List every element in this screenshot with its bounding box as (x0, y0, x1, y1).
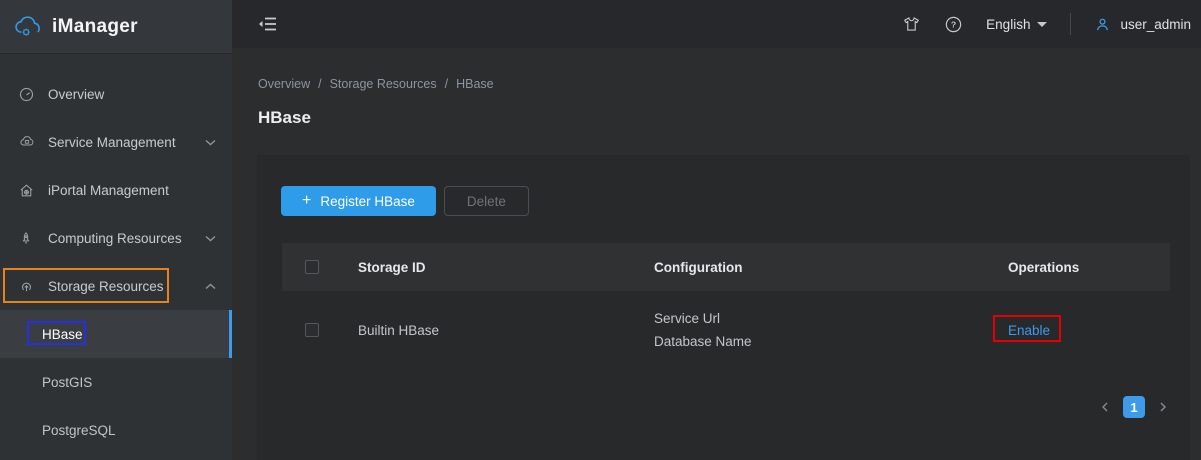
storage-id-value: Builtin HBase (358, 323, 654, 338)
pagination-page-1[interactable]: 1 (1123, 396, 1145, 418)
configuration-value: Service Url Database Name (654, 307, 1008, 353)
sidebar-item-iportal-management[interactable]: iPortal Management (0, 166, 232, 214)
theme-skin-icon[interactable] (902, 15, 921, 33)
username-label: user_admin (1120, 17, 1191, 32)
storage-table: Storage ID Configuration Operations Buil… (282, 243, 1170, 369)
table-header-row: Storage ID Configuration Operations (282, 243, 1170, 291)
chevron-up-icon (205, 283, 216, 290)
breadcrumb-separator: / (445, 77, 448, 91)
sidebar-header: iManager (0, 0, 232, 54)
breadcrumb-separator: / (318, 77, 321, 91)
breadcrumb-overview[interactable]: Overview (258, 77, 310, 91)
breadcrumb-current: HBase (456, 77, 494, 91)
chevron-down-icon (205, 139, 216, 146)
plus-icon: + (302, 193, 311, 209)
delete-label: Delete (467, 194, 506, 209)
panel-toolbar: + Register HBase Delete (257, 155, 1190, 216)
register-hbase-label: Register HBase (320, 194, 415, 209)
help-icon[interactable]: ? (944, 15, 963, 34)
sidebar-collapse-icon[interactable] (258, 15, 278, 33)
select-all-checkbox[interactable] (305, 260, 319, 274)
chevron-down-icon (205, 235, 216, 242)
user-menu[interactable]: user_admin (1094, 16, 1191, 33)
sidebar-item-service-management[interactable]: Service Management (0, 118, 232, 166)
home-globe-icon (18, 182, 36, 199)
imanager-logo-icon (13, 14, 43, 39)
user-icon (1094, 16, 1111, 33)
pagination-prev-icon[interactable] (1100, 401, 1110, 413)
config-service-url-label: Service Url (654, 307, 1008, 330)
sidebar-subitem-postgis[interactable]: PostGIS (0, 358, 232, 406)
sidebar-subitem-label: PostgreSQL (42, 423, 116, 438)
main-area: ? English user_admin (232, 0, 1201, 460)
sidebar-item-label: Service Management (48, 135, 176, 150)
app-title: iManager (52, 16, 138, 38)
sidebar-subitem-label: PostGIS (42, 375, 92, 390)
dashboard-icon (18, 86, 36, 103)
imanager-app: iManager Overview Service Manage (0, 0, 1201, 460)
sidebar-item-label: iPortal Management (48, 183, 169, 198)
sidebar-item-storage-resources[interactable]: Storage Resources (0, 262, 232, 310)
sidebar: iManager Overview Service Manage (0, 0, 232, 460)
breadcrumb-storage-resources[interactable]: Storage Resources (330, 77, 437, 91)
breadcrumb: Overview / Storage Resources / HBase (258, 77, 1201, 91)
language-label: English (986, 17, 1030, 32)
row-checkbox[interactable] (305, 323, 319, 337)
sidebar-subitem-label: HBase (42, 327, 83, 342)
sidebar-subitem-postgresql[interactable]: PostgreSQL (0, 406, 232, 454)
col-storage-id: Storage ID (358, 260, 654, 275)
register-hbase-button[interactable]: + Register HBase (281, 186, 436, 216)
delete-button[interactable]: Delete (444, 186, 529, 216)
topbar-divider (1070, 13, 1071, 35)
sidebar-item-label: Computing Resources (48, 231, 182, 246)
storage-upload-icon (18, 278, 36, 295)
topbar: ? English user_admin (232, 0, 1201, 48)
col-operations: Operations (1008, 260, 1170, 275)
topbar-right-group: ? English user_admin (902, 13, 1191, 35)
enable-link[interactable]: Enable (1008, 323, 1050, 338)
pagination: 1 (1100, 396, 1168, 418)
cloud-service-icon (18, 134, 36, 150)
sidebar-item-overview[interactable]: Overview (0, 70, 232, 118)
sidebar-item-label: Overview (48, 87, 104, 102)
sidebar-item-computing-resources[interactable]: Computing Resources (0, 214, 232, 262)
config-database-name-label: Database Name (654, 330, 1008, 353)
sidebar-nav: Overview Service Management (0, 54, 232, 454)
sidebar-item-label: Storage Resources (48, 279, 164, 294)
rocket-icon (18, 230, 36, 247)
svg-text:?: ? (951, 19, 956, 29)
col-configuration: Configuration (654, 256, 1008, 279)
sidebar-subitem-hbase[interactable]: HBase (0, 310, 232, 358)
hbase-panel: + Register HBase Delete Storage ID Confi… (257, 155, 1190, 460)
page-content: Overview / Storage Resources / HBase HBa… (232, 48, 1201, 128)
language-selector[interactable]: English (986, 17, 1047, 32)
caret-down-icon (1037, 22, 1047, 27)
page-title: HBase (258, 108, 1201, 128)
pagination-next-icon[interactable] (1158, 401, 1168, 413)
table-row: Builtin HBase Service Url Database Name … (282, 291, 1170, 369)
